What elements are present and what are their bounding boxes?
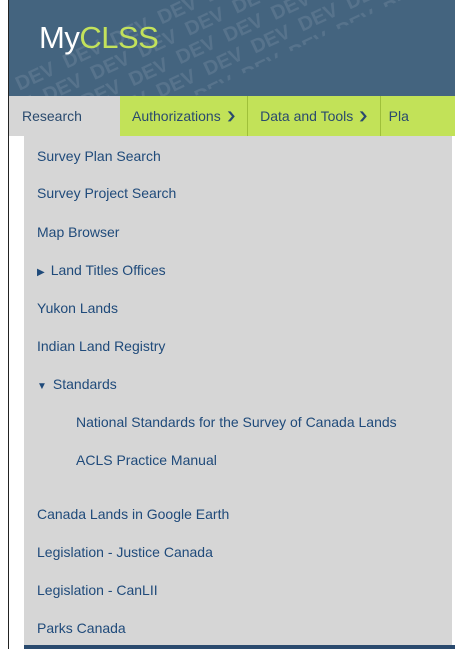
- menu-item-label: Land Titles Offices: [50, 262, 166, 278]
- menu-item-map-browser[interactable]: Map Browser: [37, 224, 119, 240]
- logo-accent: CLSS: [79, 20, 159, 55]
- menu-item-label: Parks Canada: [37, 620, 126, 636]
- logo-prefix: My: [39, 20, 80, 55]
- menu-item-standards[interactable]: ▼ Standards: [37, 376, 117, 392]
- chevron-down-icon: ❯: [357, 110, 369, 122]
- menu-item-legislation-canlii[interactable]: Legislation - CanLII: [37, 582, 158, 598]
- menu-item-label: Yukon Lands: [37, 300, 118, 316]
- nav-authorizations[interactable]: Authorizations ❯: [120, 96, 249, 136]
- expand-right-icon: ▶: [37, 267, 45, 278]
- main-nav: Research Authorizations ❯ Data and Tools…: [9, 96, 455, 136]
- expand-down-icon: ▼: [37, 381, 47, 392]
- menu-bottom-border: [24, 645, 455, 649]
- menu-item-label: Standards: [52, 376, 117, 392]
- nav-label: Authorizations: [132, 108, 221, 124]
- menu-item-land-titles-offices[interactable]: ▶ Land Titles Offices: [37, 262, 166, 278]
- menu-item-label: ACLS Practice Manual: [76, 452, 217, 468]
- menu-item-national-standards[interactable]: National Standards for the Survey of Can…: [76, 414, 397, 430]
- menu-item-label: Legislation - Justice Canada: [37, 544, 213, 560]
- menu-item-label: Canada Lands in Google Earth: [37, 506, 230, 522]
- menu-item-label: Indian Land Registry: [37, 338, 166, 354]
- menu-item-survey-plan-search[interactable]: Survey Plan Search: [37, 148, 161, 164]
- menu-item-survey-project-search[interactable]: Survey Project Search: [37, 185, 176, 201]
- nav-data-and-tools[interactable]: Data and Tools ❯: [248, 96, 381, 136]
- menu-item-acls-practice-manual[interactable]: ACLS Practice Manual: [76, 452, 217, 468]
- menu-item-label: Map Browser: [37, 224, 120, 240]
- nav-label: Research: [22, 108, 82, 124]
- menu-item-yukon-lands[interactable]: Yukon Lands: [37, 300, 118, 316]
- nav-label: Data and Tools: [260, 108, 354, 124]
- menu-item-canada-lands-google-earth[interactable]: Canada Lands in Google Earth: [37, 506, 229, 522]
- site-logo[interactable]: MyCLSS: [39, 20, 159, 56]
- chevron-down-icon: ❯: [225, 110, 237, 122]
- menu-item-label: National Standards for the Survey of Can…: [76, 414, 397, 430]
- site-header: DEV DEV DEV DEV DEV DEV DEV DEV DEV DEV …: [9, 0, 455, 96]
- menu-item-legislation-justice-canada[interactable]: Legislation - Justice Canada: [37, 544, 213, 560]
- menu-item-label: Survey Project Search: [37, 185, 177, 201]
- nav-research[interactable]: Research: [9, 96, 120, 136]
- menu-item-label: Survey Plan Search: [37, 148, 161, 164]
- menu-item-label: Legislation - CanLII: [37, 582, 158, 598]
- nav-label: Pla: [388, 108, 409, 124]
- menu-item-indian-land-registry[interactable]: Indian Land Registry: [37, 338, 165, 354]
- menu-item-parks-canada[interactable]: Parks Canada: [37, 620, 126, 636]
- research-dropdown-menu: Survey Plan Search Survey Project Search…: [24, 136, 452, 645]
- nav-pla[interactable]: Pla: [381, 96, 421, 136]
